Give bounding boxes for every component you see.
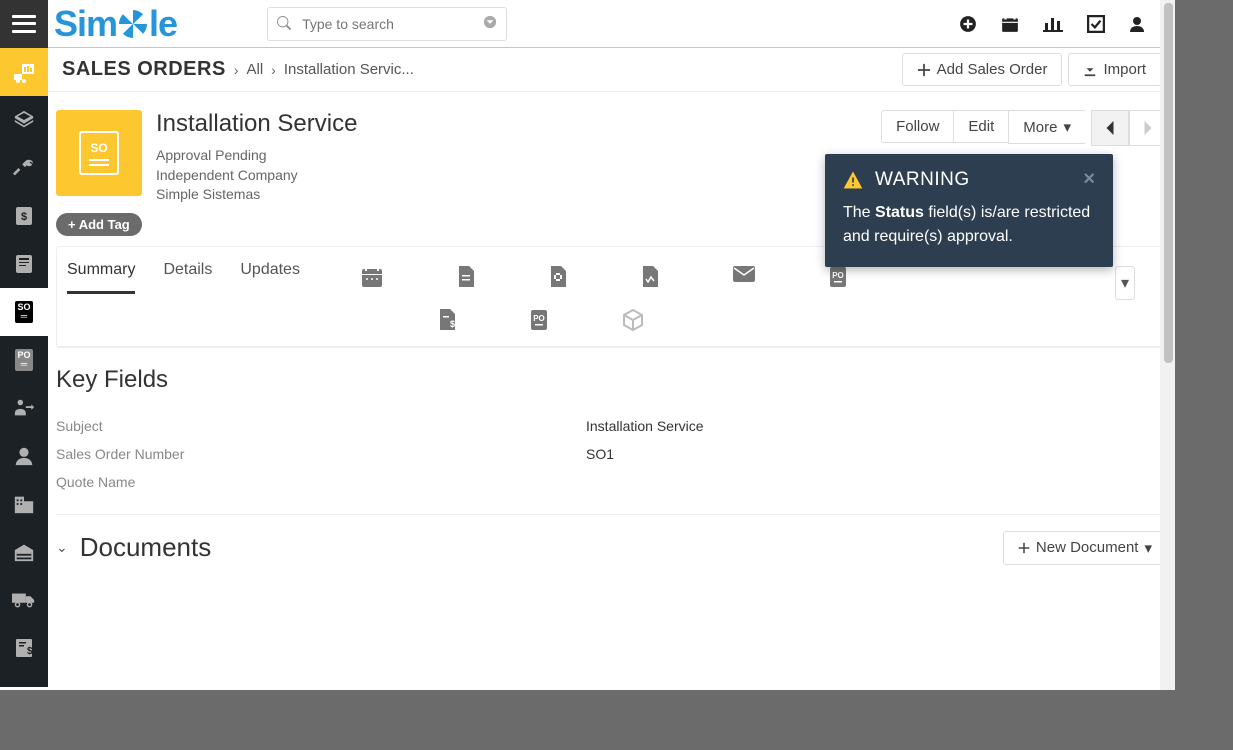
new-document-button[interactable]: New Document ▾ <box>1003 531 1167 565</box>
document-tab-icon[interactable] <box>456 265 476 289</box>
svg-text:$: $ <box>21 211 27 223</box>
svg-text:$: $ <box>450 319 455 329</box>
sidebar-item-organizations[interactable] <box>0 480 48 528</box>
add-tag-button[interactable]: + Add Tag <box>56 213 142 236</box>
breadcrumb-sep-2: › <box>271 62 276 78</box>
toast-close-button[interactable]: × <box>1083 168 1095 191</box>
sidebar: $ SO═ PO═ <box>0 48 48 687</box>
scrollbar-thumb[interactable] <box>1164 3 1173 363</box>
tab-updates[interactable]: Updates <box>240 261 300 294</box>
invoice-tab-icon[interactable]: $ <box>437 308 457 332</box>
kf-label: Sales Order Number <box>56 446 586 462</box>
chart-icon[interactable] <box>1043 15 1063 33</box>
svg-text:PO: PO <box>832 271 844 280</box>
logo-text-pre: Sim <box>54 3 117 45</box>
po2-tab-icon[interactable]: PO <box>529 308 549 332</box>
add-button-label: Add Sales Order <box>937 61 1048 78</box>
new-document-label: New Document <box>1036 539 1139 556</box>
prev-record-button[interactable] <box>1091 110 1129 146</box>
sidebar-item-services[interactable] <box>0 144 48 192</box>
kf-value: SO1 <box>586 446 614 462</box>
record-title: Installation Service <box>156 110 357 138</box>
kf-label: Quote Name <box>56 474 586 490</box>
follow-button[interactable]: Follow <box>881 110 953 143</box>
key-field-row: Quote Name <box>56 468 1167 496</box>
logo-text-post: le <box>149 3 177 45</box>
add-sales-order-button[interactable]: Add Sales Order <box>902 53 1063 86</box>
add-icon[interactable] <box>959 15 977 33</box>
calendar-tab-icon[interactable] <box>360 265 384 289</box>
global-search <box>267 7 507 41</box>
key-field-row: Sales Order Number SO1 <box>56 440 1167 468</box>
sidebar-item-quotes[interactable] <box>0 240 48 288</box>
sidebar-item-shipping[interactable] <box>0 576 48 624</box>
documents-title: Documents <box>80 532 212 563</box>
caret-down-icon: ▾ <box>1144 539 1152 557</box>
task-icon[interactable] <box>1087 15 1105 33</box>
chevron-down-icon[interactable]: ⌄ <box>56 539 68 556</box>
download-icon <box>1083 63 1097 77</box>
email-tab-icon[interactable] <box>732 265 756 289</box>
edit-button[interactable]: Edit <box>953 110 1008 143</box>
warning-icon <box>843 170 863 190</box>
toast-title: WARNING <box>875 169 970 191</box>
more-button[interactable]: More ▾ <box>1008 110 1085 144</box>
logo-radial-icon <box>119 10 147 38</box>
caret-down-icon: ▾ <box>1063 118 1071 136</box>
user-icon[interactable] <box>1129 15 1145 33</box>
hamburger-icon <box>12 15 36 33</box>
quote-tab-icon[interactable] <box>548 265 568 289</box>
tab-details[interactable]: Details <box>163 261 212 294</box>
record-icon: SO <box>56 110 142 196</box>
search-dropdown-icon[interactable] <box>483 15 497 29</box>
sidebar-item-hr[interactable] <box>0 384 48 432</box>
sidebar-item-invoices[interactable]: $ <box>0 192 48 240</box>
record-company: Independent Company <box>156 166 357 186</box>
po-tab-icon[interactable]: PO <box>828 265 848 289</box>
breadcrumb-current: Installation Servic... <box>284 61 414 78</box>
status-dropdown[interactable]: ▾ <box>1115 266 1135 300</box>
toast-body: The Status field(s) is/are restricted an… <box>843 201 1095 249</box>
calendar-icon[interactable] <box>1001 15 1019 33</box>
app-logo[interactable]: Sim le <box>54 3 177 45</box>
sidebar-item-dashboard[interactable] <box>0 48 48 96</box>
sidebar-item-inventory[interactable] <box>0 528 48 576</box>
scrollbar[interactable] <box>1160 0 1175 690</box>
breadcrumb-sep: › <box>234 62 239 78</box>
tab-summary[interactable]: Summary <box>67 261 135 294</box>
sidebar-item-sales-orders[interactable]: SO═ <box>0 288 48 336</box>
menu-button[interactable] <box>0 0 48 48</box>
plus-icon <box>917 63 931 77</box>
svg-text:$: $ <box>27 646 33 657</box>
key-fields-title: Key Fields <box>56 366 1167 394</box>
svg-text:PO: PO <box>533 314 545 323</box>
warning-toast: WARNING × The Status field(s) is/are res… <box>825 154 1113 267</box>
sidebar-item-billing[interactable]: $ <box>0 624 48 672</box>
contract-tab-icon[interactable] <box>640 265 660 289</box>
record-org: Simple Sistemas <box>156 185 357 205</box>
plus-icon <box>1018 542 1030 554</box>
breadcrumb-module[interactable]: SALES ORDERS <box>62 58 226 81</box>
import-button[interactable]: Import <box>1068 53 1161 86</box>
key-field-row: Subject Installation Service <box>56 412 1167 440</box>
sidebar-item-products[interactable] <box>0 96 48 144</box>
search-input[interactable] <box>267 7 507 41</box>
breadcrumb-all[interactable]: All <box>246 61 263 78</box>
sidebar-item-contacts[interactable] <box>0 432 48 480</box>
import-button-label: Import <box>1103 61 1146 78</box>
search-icon <box>277 16 291 30</box>
kf-label: Subject <box>56 418 586 434</box>
package-tab-icon[interactable] <box>621 308 645 332</box>
kf-value: Installation Service <box>586 418 704 434</box>
sidebar-item-purchase-orders[interactable]: PO═ <box>0 336 48 384</box>
record-status: Approval Pending <box>156 146 357 166</box>
